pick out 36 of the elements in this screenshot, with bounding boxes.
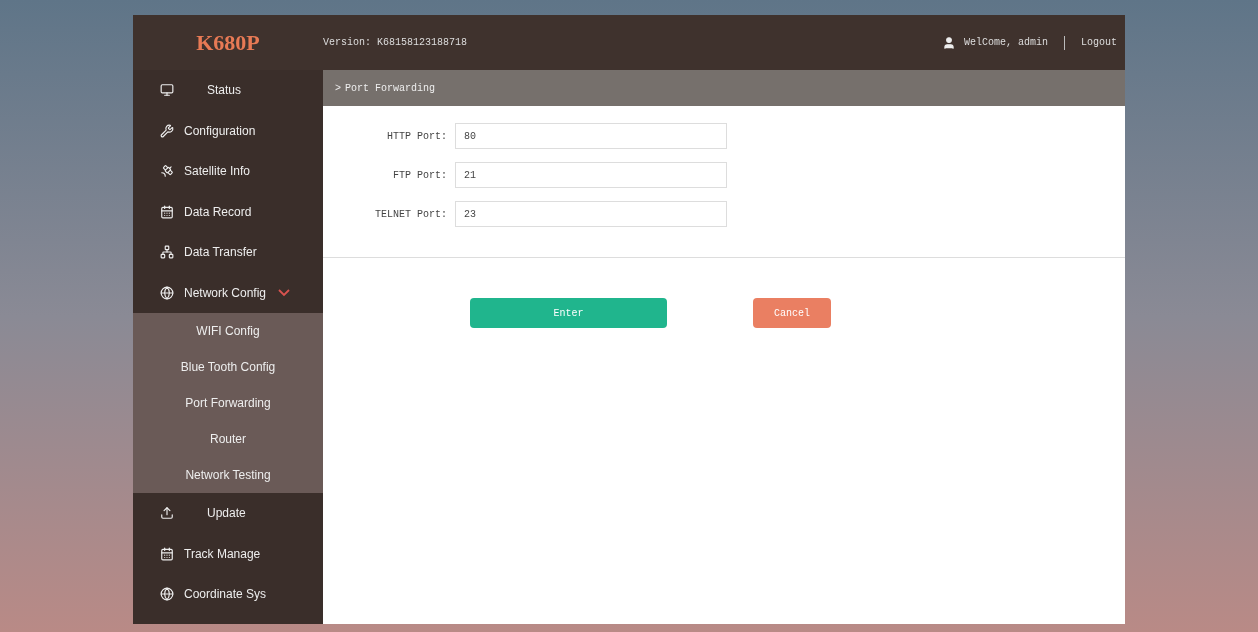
network-icon bbox=[160, 245, 174, 260]
input-field[interactable]: 23 bbox=[455, 201, 727, 227]
breadcrumb-text: Port Forwarding bbox=[345, 81, 436, 96]
calendar-icon bbox=[160, 546, 174, 561]
submenu-item[interactable]: Router bbox=[133, 421, 323, 457]
sidebar-item[interactable]: Status bbox=[133, 70, 323, 111]
submenu-item[interactable]: Blue Tooth Config bbox=[133, 349, 323, 385]
sidebar-item[interactable]: Coordinate Sys bbox=[133, 574, 323, 615]
version-text: Version: K68158123188718 bbox=[323, 36, 468, 50]
submenu-item[interactable]: Network Testing bbox=[133, 457, 323, 493]
submenu-item[interactable]: WIFI Config bbox=[133, 313, 323, 349]
globe-icon bbox=[160, 285, 174, 300]
sidebar-item[interactable]: Configuration bbox=[133, 110, 323, 151]
sidebar-item[interactable]: Network Config bbox=[133, 272, 323, 313]
input-field[interactable]: 80 bbox=[455, 123, 727, 149]
field-label: HTTP Port: bbox=[386, 129, 448, 144]
field-label: FTP Port: bbox=[392, 168, 448, 183]
input-field[interactable]: 21 bbox=[455, 162, 727, 188]
logout-link[interactable]: Logout bbox=[1081, 35, 1117, 50]
user-icon bbox=[941, 35, 956, 50]
sidebar-item[interactable]: Update bbox=[133, 493, 323, 534]
field-label: TELNET Port: bbox=[374, 207, 448, 222]
globe-icon bbox=[160, 587, 174, 602]
calendar-icon bbox=[160, 204, 174, 219]
monitor-icon bbox=[160, 83, 174, 98]
breadcrumb-separator: > bbox=[335, 81, 341, 96]
sidebar-item[interactable]: Data Record bbox=[133, 191, 323, 232]
sidebar-item[interactable]: Satellite Info bbox=[133, 151, 323, 192]
upload-icon bbox=[160, 506, 174, 521]
sidebar-item[interactable]: Data Transfer bbox=[133, 232, 323, 273]
submenu-item[interactable]: Port Forwarding bbox=[133, 385, 323, 421]
logo-text: K680P bbox=[196, 29, 260, 57]
sidebar-item[interactable]: Track Manage bbox=[133, 533, 323, 574]
welcome-text: WelCome, admin bbox=[963, 36, 1048, 50]
satellite-icon bbox=[160, 164, 174, 179]
tools-icon bbox=[160, 123, 174, 138]
